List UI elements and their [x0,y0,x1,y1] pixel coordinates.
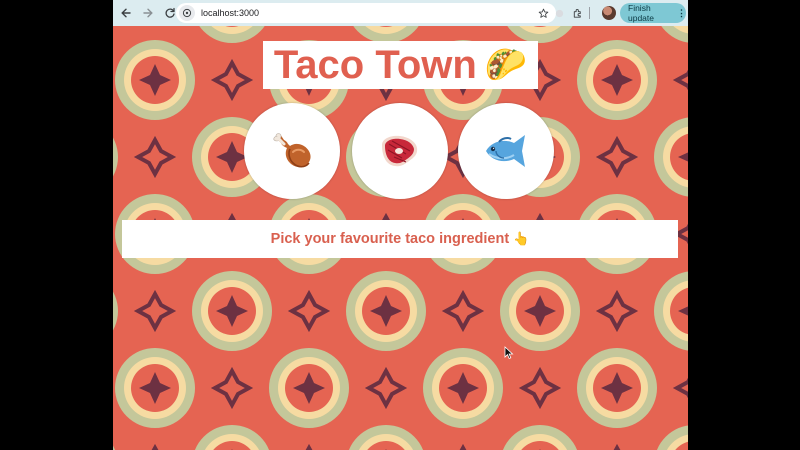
mouse-pointer-icon [504,346,514,360]
page-title-text: Taco Town [273,42,477,87]
fish-icon [486,135,525,167]
arrow-right-icon [143,8,153,18]
bookmark-button[interactable] [536,6,550,20]
extensions-menu-button[interactable] [569,5,585,21]
arrow-left-icon [121,8,131,18]
extension-button[interactable] [551,5,567,21]
more-options-icon[interactable]: ⋮ [677,8,686,19]
cut-of-meat-icon [382,135,418,167]
finish-update-button[interactable]: Finish update ⋮ [620,3,686,23]
choice-drumstick-button[interactable] [244,103,340,199]
choice-steak-button[interactable] [352,103,448,199]
address-bar[interactable]: localhost:3000 [176,3,556,23]
finish-update-label: Finish update [628,3,654,23]
star-icon [538,8,548,18]
page-viewport: Taco Town 🌮 Pick your favourite taco ing… [113,26,688,450]
taco-icon: 🌮 [484,46,528,84]
circle-icon [555,9,563,17]
toolbar-divider [589,7,590,19]
pointing-up-icon: 👆 [513,231,530,246]
profile-avatar[interactable] [602,6,616,20]
site-settings-icon [182,8,192,18]
back-button[interactable] [117,4,135,22]
reload-icon [165,7,175,18]
browser-window: localhost:3000 Finish update ⋮ Taco Town… [113,0,688,450]
browser-toolbar: localhost:3000 Finish update ⋮ [113,0,688,26]
url-text[interactable]: localhost:3000 [201,8,259,18]
choice-fish-button[interactable] [458,103,554,199]
forward-button[interactable] [139,4,157,22]
page-title: Taco Town 🌮 [263,41,538,89]
site-info-button[interactable] [179,5,195,21]
poultry-leg-icon [273,133,311,168]
puzzle-icon [573,8,581,18]
prompt-text: Pick your favourite taco ingredient [270,231,510,247]
prompt-banner: Pick your favourite taco ingredient 👆 [122,220,678,258]
